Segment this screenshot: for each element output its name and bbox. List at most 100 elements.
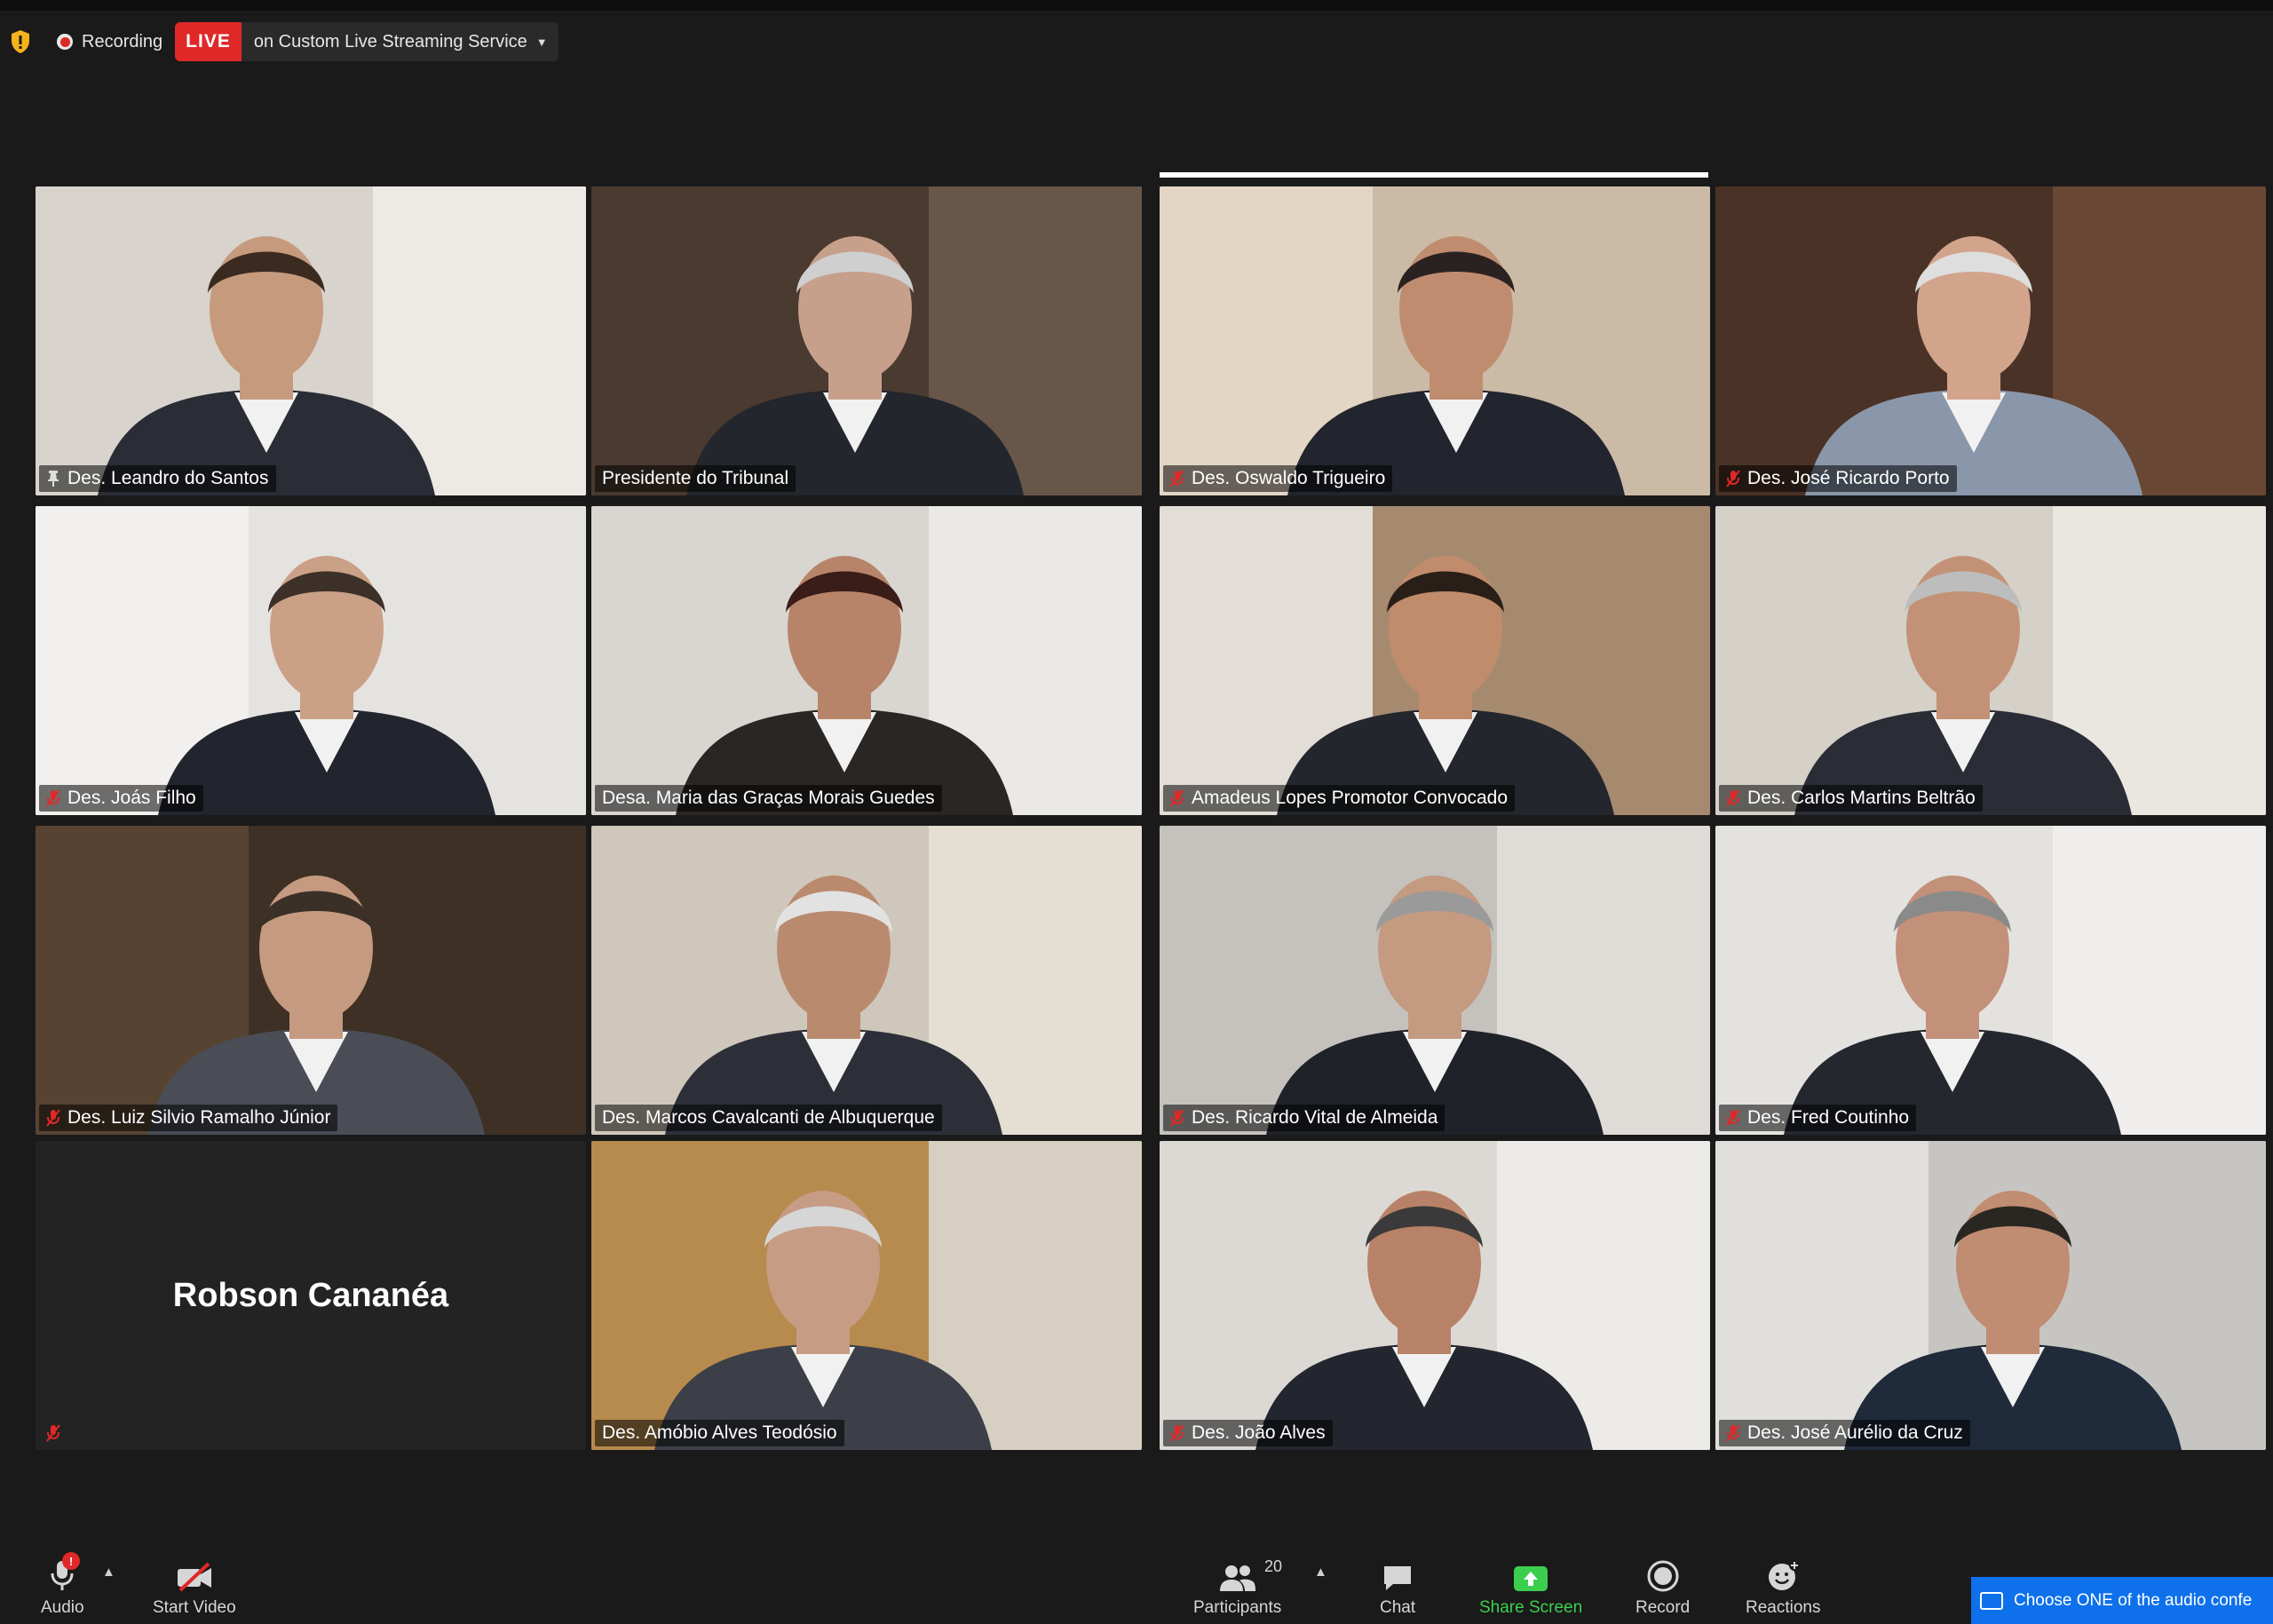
caret-down-icon[interactable]: ▼ [536, 36, 558, 49]
participant-tile[interactable]: Desa. Maria das Graças Morais Guedes [591, 506, 1142, 815]
participant-name-label: Des. Oswaldo Trigueiro [1163, 465, 1393, 492]
chat-bubble-icon [1381, 1554, 1414, 1593]
participant-name-text: Des. Leandro do Santos [67, 468, 269, 488]
participant-tile[interactable]: Des. Amóbio Alves Teodósio [591, 1141, 1142, 1450]
video-camera-off-icon [175, 1554, 214, 1593]
microphone-muted-icon [1726, 789, 1740, 807]
participant-tile[interactable]: Des. Ricardo Vital de Almeida [1160, 826, 1710, 1135]
participant-tile[interactable]: Des. José Aurélio da Cruz [1715, 1141, 2266, 1450]
participant-tile[interactable]: Des. João Alves [1160, 1141, 1710, 1450]
reactions-button[interactable]: Reactions [1746, 1554, 1821, 1618]
meeting-toolbar: Audio ! ▲ Start Video Participants 20 ▲ … [0, 1533, 2273, 1624]
participant-tile[interactable]: Des. Luiz Silvio Ramalho Júnior [36, 826, 586, 1135]
participant-name-text: Des. José Aurélio da Cruz [1747, 1422, 1963, 1443]
participant-tile[interactable]: Des. Leandro do Santos [36, 186, 586, 495]
participant-name-label: Des. José Ricardo Porto [1719, 465, 1957, 492]
participant-name-label: Des. Joás Filho [39, 785, 203, 812]
participant-name-label: Des. Luiz Silvio Ramalho Júnior [39, 1105, 338, 1131]
tile-top-highlight [1160, 172, 1708, 178]
participant-name-text: Des. Marcos Cavalcanti de Albuquerque [602, 1107, 935, 1128]
microphone-muted-icon [46, 1424, 60, 1442]
recording-dot-icon [57, 34, 73, 50]
participants-icon [1218, 1554, 1257, 1593]
participant-video-feed [591, 826, 1142, 1135]
security-shield-icon[interactable] [9, 28, 32, 55]
participant-video-feed [591, 186, 1142, 495]
live-stream-indicator[interactable]: LIVE on Custom Live Streaming Service ▼ [175, 22, 558, 61]
participant-name-label [39, 1420, 67, 1446]
participant-name-label: Desa. Maria das Graças Morais Guedes [595, 785, 942, 812]
participant-name-label: Des. José Aurélio da Cruz [1719, 1420, 1970, 1446]
microphone-muted-icon [1170, 789, 1184, 807]
participants-options-caret-icon[interactable]: ▲ [1314, 1565, 1327, 1580]
participant-video-feed [36, 186, 586, 495]
participant-tile[interactable]: Amadeus Lopes Promotor Convocado [1160, 506, 1710, 815]
participant-name-text: Des. Oswaldo Trigueiro [1192, 468, 1386, 488]
participant-video-feed [591, 506, 1142, 815]
participant-name-label: Amadeus Lopes Promotor Convocado [1163, 785, 1516, 812]
notice-window-icon [1980, 1591, 2003, 1610]
start-video-button[interactable]: Start Video [153, 1554, 236, 1618]
participant-name-text: Des. Joás Filho [67, 788, 196, 808]
live-stream-text: on Custom Live Streaming Service [253, 31, 527, 51]
participant-video-feed [1715, 826, 2266, 1135]
participant-name-label: Presidente do Tribunal [595, 465, 796, 492]
share-screen-button[interactable]: Share Screen [1479, 1554, 1582, 1618]
participant-tile[interactable]: Des. Oswaldo Trigueiro [1160, 186, 1710, 495]
microphone-muted-icon [1170, 470, 1184, 487]
audio-conference-notice[interactable]: Choose ONE of the audio confe [1971, 1577, 2273, 1624]
reactions-label: Reactions [1746, 1598, 1821, 1617]
participant-name-text: Des. Fred Coutinho [1747, 1107, 1910, 1128]
participant-name-text: Des. Luiz Silvio Ramalho Júnior [67, 1107, 331, 1128]
participant-name-text: Desa. Maria das Graças Morais Guedes [602, 788, 935, 808]
participant-video-feed [1160, 506, 1710, 815]
participant-tile[interactable]: Des. Fred Coutinho [1715, 826, 2266, 1135]
participant-tile[interactable]: Des. Marcos Cavalcanti de Albuquerque [591, 826, 1142, 1135]
participant-video-feed [1715, 186, 2266, 495]
participant-name-text: Des. Carlos Martins Beltrão [1747, 788, 1976, 808]
meeting-status-row: Recording LIVE on Custom Live Streaming … [9, 21, 558, 62]
participant-name-label: Des. Carlos Martins Beltrão [1719, 785, 1983, 812]
participant-name-text: Des. João Alves [1192, 1422, 1326, 1443]
participant-tile[interactable]: Robson Cananéa [36, 1141, 586, 1450]
participant-video-feed [36, 506, 586, 815]
chat-label: Chat [1380, 1598, 1416, 1617]
record-icon [1646, 1554, 1680, 1593]
participant-display-name: Robson Cananéa [172, 1276, 449, 1314]
microphone-muted-icon [1726, 470, 1740, 487]
participant-video-feed [1160, 1141, 1710, 1450]
participant-video-feed [1160, 186, 1710, 495]
audio-options-caret-icon[interactable]: ▲ [102, 1565, 115, 1580]
chat-button[interactable]: Chat [1380, 1554, 1415, 1618]
participants-label: Participants [1193, 1598, 1282, 1617]
participants-count: 20 [1264, 1557, 1283, 1575]
participant-name-text: Des. José Ricardo Porto [1747, 468, 1950, 488]
participant-tile[interactable]: Des. Carlos Martins Beltrão [1715, 506, 2266, 815]
start-video-label: Start Video [153, 1598, 236, 1617]
participant-name-text: Amadeus Lopes Promotor Convocado [1192, 788, 1509, 808]
participant-name-label: Des. João Alves [1163, 1420, 1333, 1446]
recording-indicator[interactable]: Recording [57, 32, 162, 52]
share-screen-icon [1512, 1554, 1549, 1593]
participant-name-label: Des. Marcos Cavalcanti de Albuquerque [595, 1105, 942, 1131]
participant-video-feed [36, 826, 586, 1135]
participant-tile[interactable]: Presidente do Tribunal [591, 186, 1142, 495]
participant-name-label: Des. Amóbio Alves Teodósio [595, 1420, 844, 1446]
participant-name-text: Des. Ricardo Vital de Almeida [1192, 1107, 1438, 1128]
record-button[interactable]: Record [1635, 1554, 1690, 1618]
share-screen-label: Share Screen [1479, 1598, 1583, 1617]
microphone-muted-icon [1726, 1424, 1740, 1442]
participant-video-feed [1715, 506, 2266, 815]
audio-warning-badge: ! [62, 1552, 80, 1570]
participant-video-feed [1715, 1141, 2266, 1450]
participant-tile[interactable]: Des. Joás Filho [36, 506, 586, 815]
notice-text: Choose ONE of the audio confe [2014, 1590, 2253, 1610]
microphone-muted-icon [46, 1109, 60, 1127]
pin-icon [46, 470, 60, 487]
microphone-muted-icon [1170, 1424, 1184, 1442]
participant-name-label: Des. Ricardo Vital de Almeida [1163, 1105, 1445, 1131]
microphone-muted-icon [1726, 1109, 1740, 1127]
reactions-smiley-icon [1765, 1554, 1801, 1593]
recording-label: Recording [82, 31, 163, 51]
participant-tile[interactable]: Des. José Ricardo Porto [1715, 186, 2266, 495]
